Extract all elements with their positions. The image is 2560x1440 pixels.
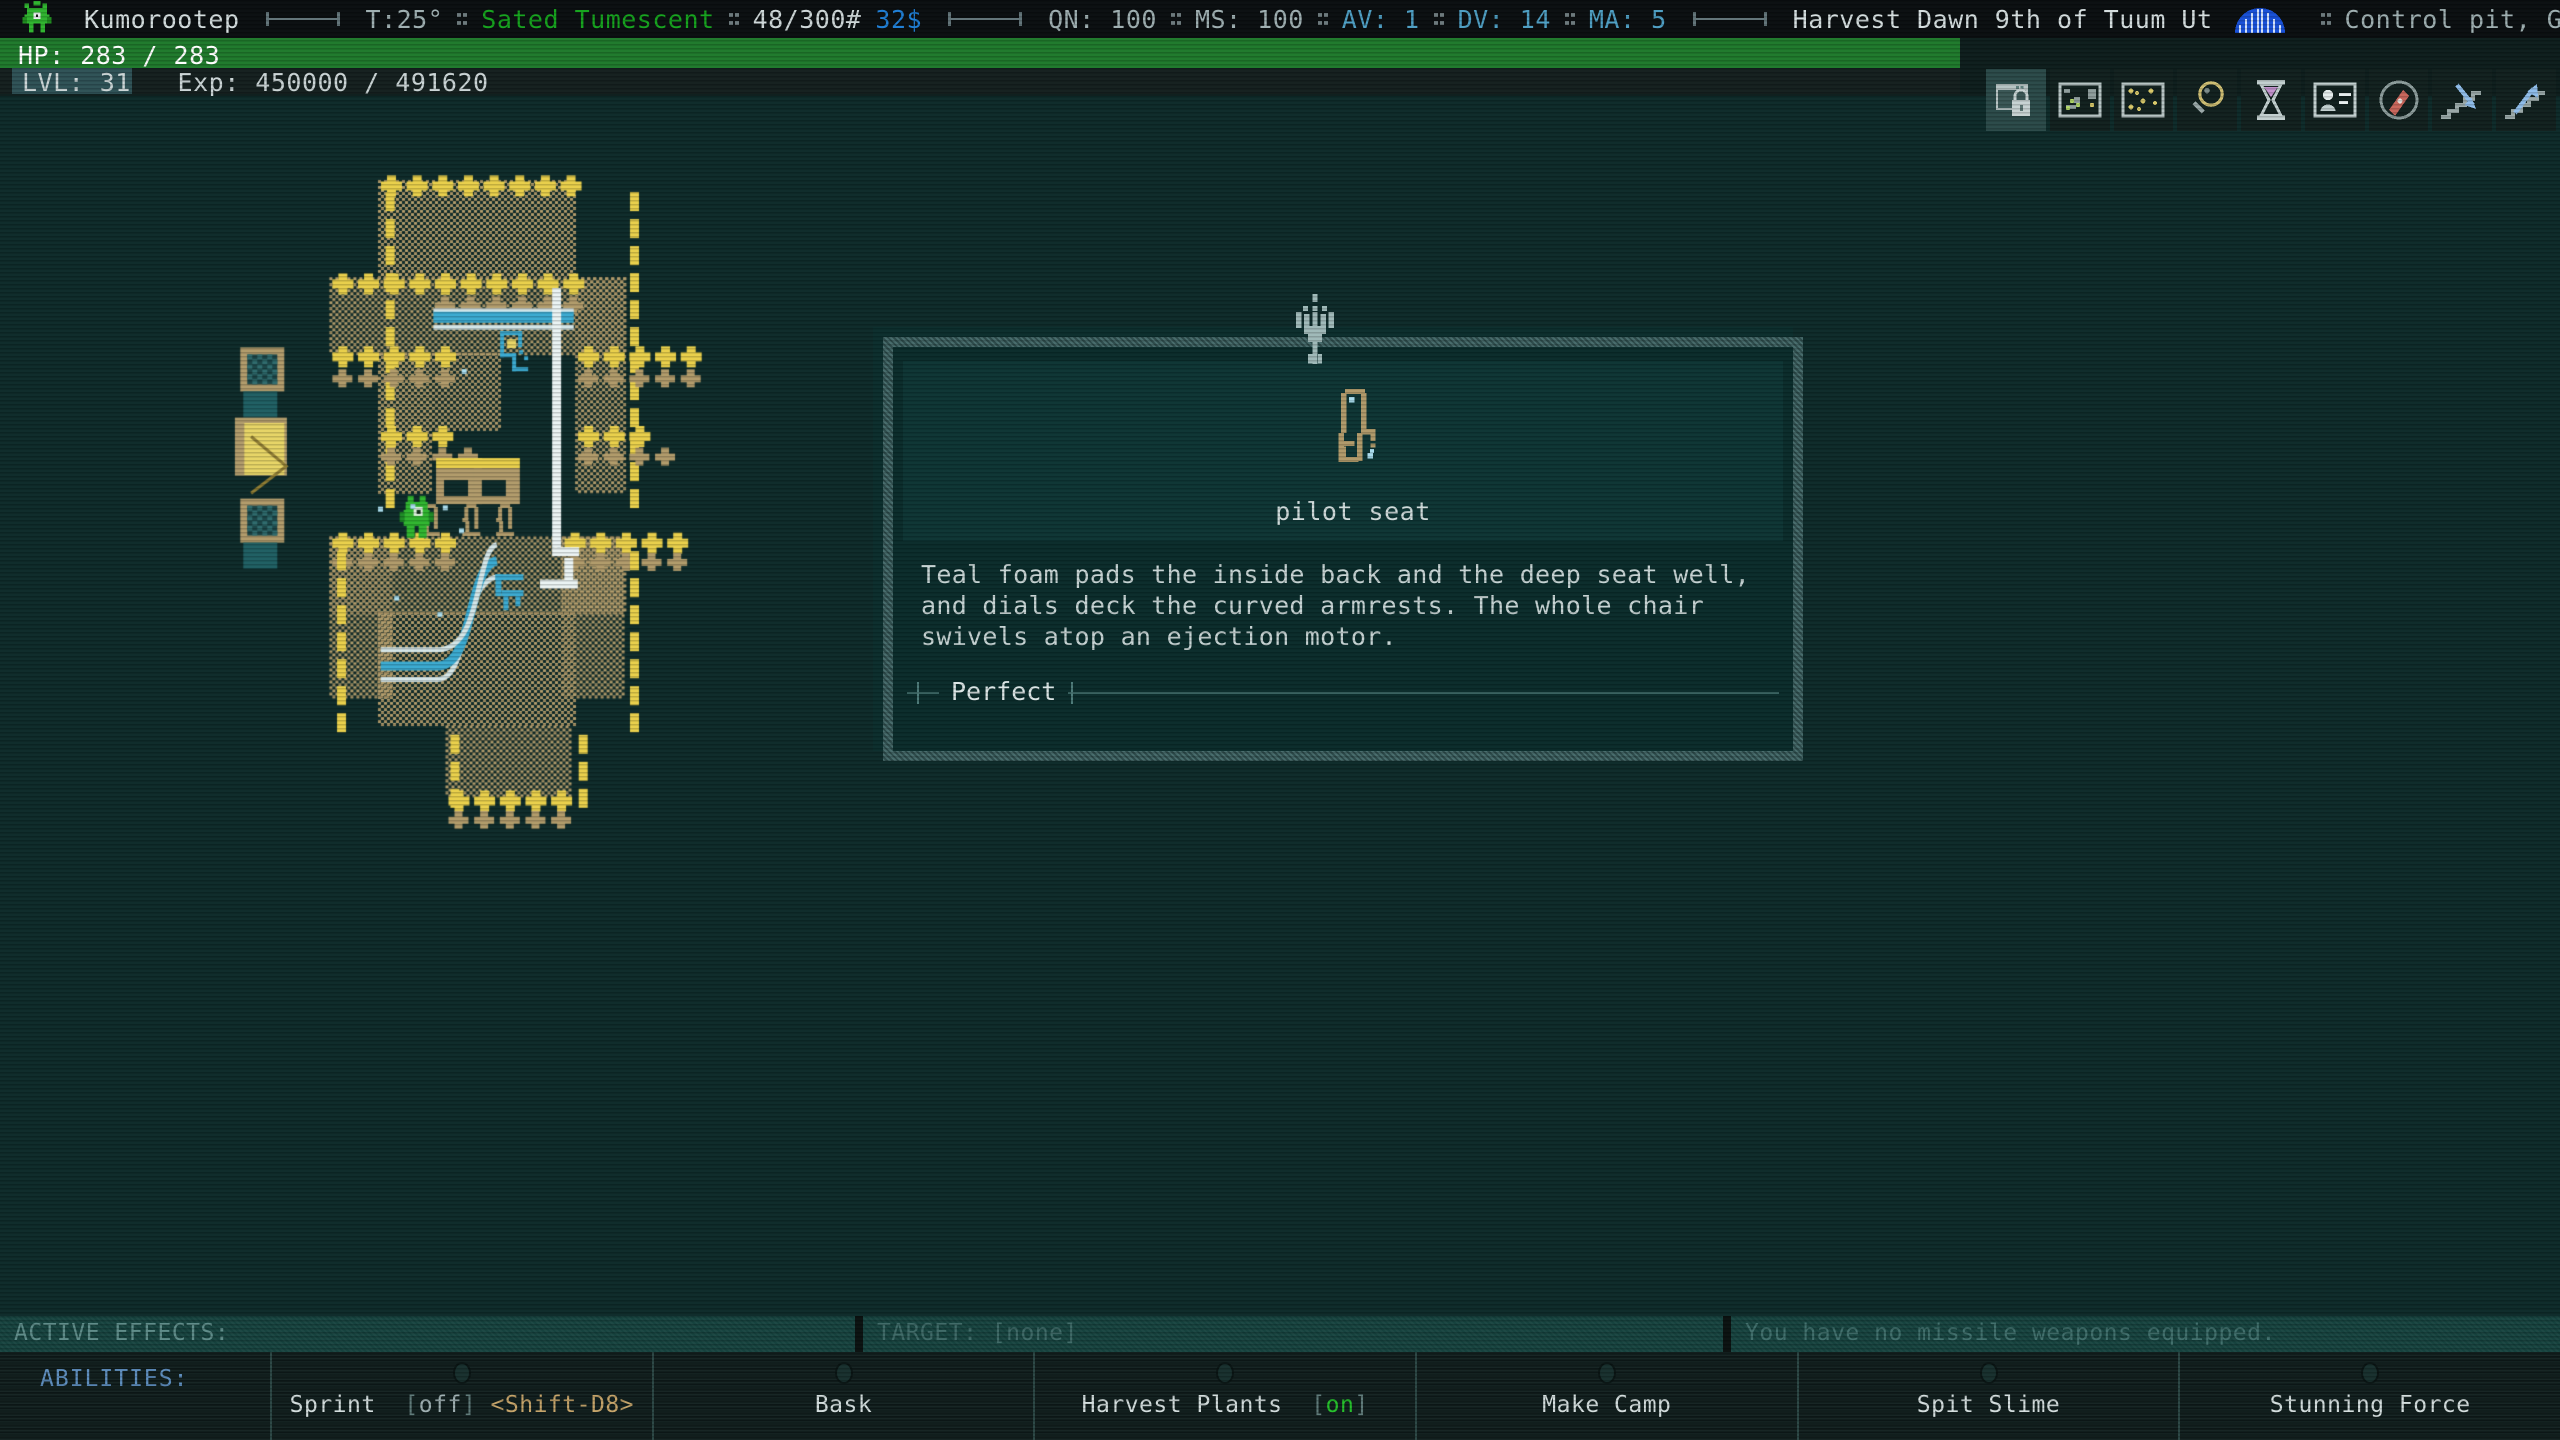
pilot-seat-sprite bbox=[1321, 385, 1385, 489]
ability-slot-stunning-force[interactable]: Stunning Force bbox=[2178, 1352, 2560, 1440]
header-dot-sep-4 bbox=[1317, 12, 1328, 26]
ability-bar[interactable]: ABILITIES: Sprint [off] <Shift-D8> Bask … bbox=[0, 1352, 2560, 1440]
magnifier-icon[interactable] bbox=[2177, 69, 2238, 131]
ability-key-icon bbox=[1216, 1362, 1235, 1384]
level-and-exp-readout: LVL: 31 Exp: 450000 / 491620 bbox=[22, 68, 489, 97]
world-map-icon[interactable] bbox=[2113, 69, 2174, 131]
popup-image-area: pilot seat bbox=[903, 361, 1783, 541]
target-label: TARGET: [none] bbox=[877, 1320, 1078, 1346]
popup-quality-label: Perfect bbox=[939, 677, 1069, 706]
ability-name: Harvest Plants bbox=[1081, 1392, 1283, 1418]
strip-sep-1 bbox=[855, 1316, 863, 1352]
popup-description: Teal foam pads the inside back and the d… bbox=[921, 560, 1750, 651]
header-divider-3 bbox=[1692, 12, 1767, 26]
game-date-readout: Harvest Dawn 9th of Tuum Ut bbox=[1792, 4, 2213, 34]
ability-hotkey: <Shift-D8> bbox=[490, 1392, 635, 1418]
abilities-label: ABILITIES: bbox=[40, 1366, 189, 1392]
ability-slot-make-camp[interactable]: Make Camp bbox=[1415, 1352, 1797, 1440]
strip-sep-2 bbox=[1723, 1316, 1731, 1352]
armor-value-stat: AV: 1 bbox=[1341, 4, 1420, 34]
level-readout: LVL: 31 bbox=[22, 68, 131, 97]
carry-weight-readout: 48/300# bbox=[752, 4, 862, 34]
ability-slot-sprint[interactable]: Sprint [off] <Shift-D8> bbox=[270, 1352, 652, 1440]
hourglass-icon[interactable] bbox=[2241, 69, 2301, 131]
ability-label: Harvest Plants [on] bbox=[1082, 1392, 1369, 1418]
ability-key-icon bbox=[1597, 1362, 1616, 1384]
ability-name: Spit Slime bbox=[1916, 1392, 2061, 1418]
popup-inner: pilot seat Teal foam pads the inside bac… bbox=[893, 347, 1793, 751]
temperature-readout: T:25° bbox=[365, 4, 444, 34]
ability-slot-bask[interactable]: Bask bbox=[651, 1352, 1034, 1440]
ability-label: Spit Slime bbox=[1917, 1392, 2060, 1418]
message-box[interactable]: You have no missile weapons equipped. bbox=[1731, 1316, 2560, 1352]
ability-state: off bbox=[418, 1392, 462, 1418]
ability-key-icon bbox=[452, 1362, 471, 1384]
ability-key-icon bbox=[834, 1362, 853, 1384]
brain-icon bbox=[2231, 0, 2289, 38]
wilted-sprout-icon bbox=[1283, 294, 1347, 370]
local-map-icon[interactable] bbox=[2049, 69, 2110, 131]
dodge-value-stat: DV: 14 bbox=[1457, 4, 1551, 34]
toolbar[interactable] bbox=[1986, 68, 2560, 132]
header-dot-sep-6 bbox=[1564, 12, 1575, 26]
status-effects-readout: Sated Tumescent bbox=[481, 4, 715, 34]
abilities-label-cell: ABILITIES: bbox=[0, 1352, 270, 1440]
header-dot-sep-7 bbox=[2320, 12, 2331, 26]
ability-state: on bbox=[1325, 1392, 1355, 1418]
active-effects-label: ACTIVE EFFECTS: bbox=[14, 1320, 230, 1346]
experience-bar: LVL: 31 Exp: 450000 / 491620 bbox=[0, 68, 1960, 97]
location-readout: Control pit, Golem bbox=[2344, 4, 2560, 34]
ability-slot-spit-slime[interactable]: Spit Slime bbox=[1796, 1352, 2179, 1440]
target-box[interactable]: TARGET: [none] bbox=[863, 1316, 1723, 1352]
ability-name: Make Camp bbox=[1542, 1392, 1672, 1418]
health-readout: HP: 283 / 283 bbox=[18, 41, 221, 70]
header-divider-2 bbox=[948, 12, 1023, 26]
player-avatar-icon[interactable] bbox=[18, 0, 58, 38]
mental-armor-stat: MA: 5 bbox=[1588, 4, 1667, 34]
active-effects-box[interactable]: ACTIVE EFFECTS: bbox=[0, 1316, 855, 1352]
popup-tick-right bbox=[1071, 682, 1073, 704]
ability-label: Sprint [off] <Shift-D8> bbox=[290, 1392, 634, 1418]
message-text: You have no missile weapons equipped. bbox=[1745, 1320, 2276, 1346]
ability-slot-harvest-plants[interactable]: Harvest Plants [on] bbox=[1033, 1352, 1415, 1440]
header-dot-sep-5 bbox=[1433, 12, 1444, 26]
header-divider-1 bbox=[265, 12, 340, 26]
ability-key-icon bbox=[2361, 1362, 2380, 1384]
header-dot-sep-1 bbox=[457, 12, 468, 26]
stairs-down-icon[interactable] bbox=[2432, 69, 2493, 131]
character-name: Kumorootep bbox=[84, 4, 240, 34]
stairs-up-icon[interactable] bbox=[2496, 69, 2557, 131]
status-strip: ACTIVE EFFECTS: TARGET: [none] You have … bbox=[0, 1316, 2560, 1352]
quickness-stat: QN: 100 bbox=[1048, 4, 1157, 34]
top-status-bar: Kumorootep T:25° Sated Tumescent 48/300#… bbox=[0, 0, 2560, 38]
movespeed-stat: MS: 100 bbox=[1194, 4, 1304, 34]
popup-tick-left bbox=[917, 682, 919, 704]
ability-name: Bask bbox=[814, 1392, 873, 1418]
bottom-panel: ACTIVE EFFECTS: TARGET: [none] You have … bbox=[0, 1316, 2560, 1440]
ability-state-close: ] bbox=[461, 1392, 477, 1418]
header-dot-sep-2 bbox=[728, 12, 739, 26]
ability-label: Stunning Force bbox=[2270, 1392, 2471, 1418]
money-readout: 32$ bbox=[875, 4, 923, 34]
header-dot-sep-3 bbox=[1170, 12, 1181, 26]
item-detail-popup[interactable]: pilot seat Teal foam pads the inside bac… bbox=[873, 294, 1803, 761]
exp-readout: Exp: 450000 / 491620 bbox=[177, 68, 489, 97]
popup-object-name: pilot seat bbox=[1275, 497, 1431, 526]
window-lock-icon[interactable] bbox=[1986, 69, 2046, 131]
character-sheet-icon[interactable] bbox=[2304, 69, 2365, 131]
ability-state-open: [ bbox=[390, 1392, 419, 1418]
ability-name: Sprint bbox=[289, 1392, 376, 1418]
ability-key-icon bbox=[1979, 1362, 1998, 1384]
ability-label: Make Camp bbox=[1542, 1392, 1671, 1418]
ability-name: Stunning Force bbox=[2269, 1392, 2471, 1418]
ability-state-close: ] bbox=[1354, 1392, 1369, 1418]
ability-state-open: [ bbox=[1296, 1392, 1326, 1418]
compass-icon[interactable] bbox=[2368, 69, 2429, 131]
ability-label: Bask bbox=[815, 1392, 872, 1418]
health-bar: HP: 283 / 283 bbox=[0, 38, 1960, 70]
